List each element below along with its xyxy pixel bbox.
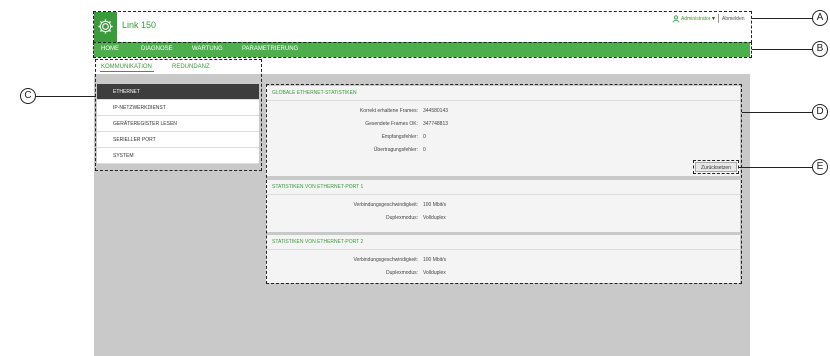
annotation-box-a [93,11,752,43]
callout-b: B [812,41,828,57]
callout-a: A [812,10,828,26]
callout-c: C [20,88,36,104]
annotation-box-e [693,160,739,174]
annotation-box-b [93,42,752,58]
annotation-box-d [266,84,742,284]
leader-line-b [752,49,812,50]
leader-line-a [752,18,812,19]
leader-line-d [742,112,812,113]
leader-line-c [36,96,96,97]
callout-e: E [812,159,828,175]
leader-line-e [739,167,812,168]
callout-d: D [812,104,828,120]
annotation-box-c [95,59,262,171]
